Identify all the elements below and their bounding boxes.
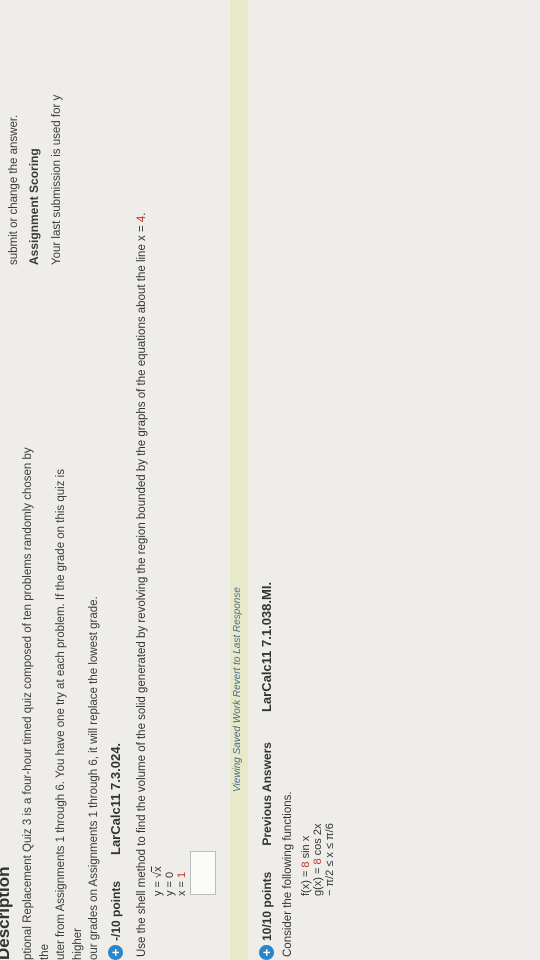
- description-line-3: our grades on Assignments 1 through 6, i…: [88, 596, 100, 960]
- question-1-equations: y = √x y = 0 x = 1: [152, 866, 188, 896]
- description-heading: Description: [0, 866, 13, 960]
- question-2-prompt: Consider the following functions.: [282, 791, 294, 957]
- interval-rest: π/2 ≤ x ≤ π/6: [324, 823, 336, 890]
- equation-3-rhs: 1: [176, 871, 188, 878]
- equation-3-lhs: x =: [176, 877, 188, 896]
- submit-note: submit or change the answer.: [8, 114, 20, 265]
- question-1-prompt-value: 4: [136, 215, 148, 223]
- question-1-id: LarCalc11 7.3.024.: [108, 742, 123, 855]
- equation-1-rhs: x: [152, 866, 164, 872]
- function-f: f(x) = 8 sin x: [300, 823, 312, 896]
- description-text: ptional Replacement Quiz 3 is a four-hou…: [20, 440, 103, 960]
- plus-icon[interactable]: +: [108, 945, 123, 960]
- answer-input[interactable]: [190, 851, 216, 895]
- equation-2: y = 0: [164, 866, 176, 896]
- question-1-prompt: Use the shell method to find the volume …: [136, 212, 148, 957]
- question-1-header: + -/10 points LarCalc11 7.3.024.: [108, 743, 123, 960]
- plus-icon[interactable]: +: [259, 945, 274, 960]
- saved-work-bar: Viewing Saved Work Revert to Last Respon…: [230, 0, 248, 960]
- function-g: g(x) = 8 cos 2x: [312, 823, 324, 896]
- question-2-points: 10/10 points: [259, 871, 274, 941]
- function-f-coef: 8: [300, 861, 312, 868]
- function-f-rest: sin x: [300, 835, 312, 862]
- function-g-lhs: g(x) =: [312, 864, 324, 896]
- question-1-points: -/10 points: [108, 880, 123, 941]
- equation-2-rhs: 0: [164, 871, 176, 878]
- interval: − π/2 ≤ x ≤ π/6: [324, 823, 336, 896]
- last-submission-note: Your last submission is used for y: [51, 94, 63, 265]
- equation-3: x = 1: [176, 866, 188, 896]
- function-f-lhs: f(x) =: [300, 867, 312, 896]
- description-line-2: uter from Assignments 1 through 6. You h…: [55, 469, 84, 960]
- previous-answers-link[interactable]: Previous Answers: [260, 742, 274, 846]
- question-2-functions: f(x) = 8 sin x g(x) = 8 cos 2x − π/2 ≤ x…: [300, 823, 336, 896]
- question-1-prompt-main: Use the shell method to find the volume …: [136, 222, 148, 957]
- equation-1: y = √x: [152, 866, 164, 896]
- page-rotated: Description ptional Replacement Quiz 3 i…: [0, 0, 540, 960]
- equation-1-lhs: y =: [152, 877, 164, 896]
- function-g-rest: cos 2x: [312, 823, 324, 859]
- equation-2-lhs: y =: [164, 877, 176, 896]
- saved-work-link[interactable]: Viewing Saved Work Revert to Last Respon…: [232, 587, 243, 792]
- assignment-scoring-title: Assignment Scoring: [27, 148, 41, 265]
- question-2-id: LarCalc11 7.1.038.MI.: [259, 581, 274, 713]
- function-g-coef: 8: [312, 858, 324, 865]
- description-line-1: ptional Replacement Quiz 3 is a four-hou…: [22, 447, 51, 960]
- question-2-header: + 10/10 points Previous Answers LarCalc1…: [259, 582, 274, 960]
- interval-lhs: −: [324, 889, 336, 896]
- question-1-prompt-end: .: [136, 212, 148, 216]
